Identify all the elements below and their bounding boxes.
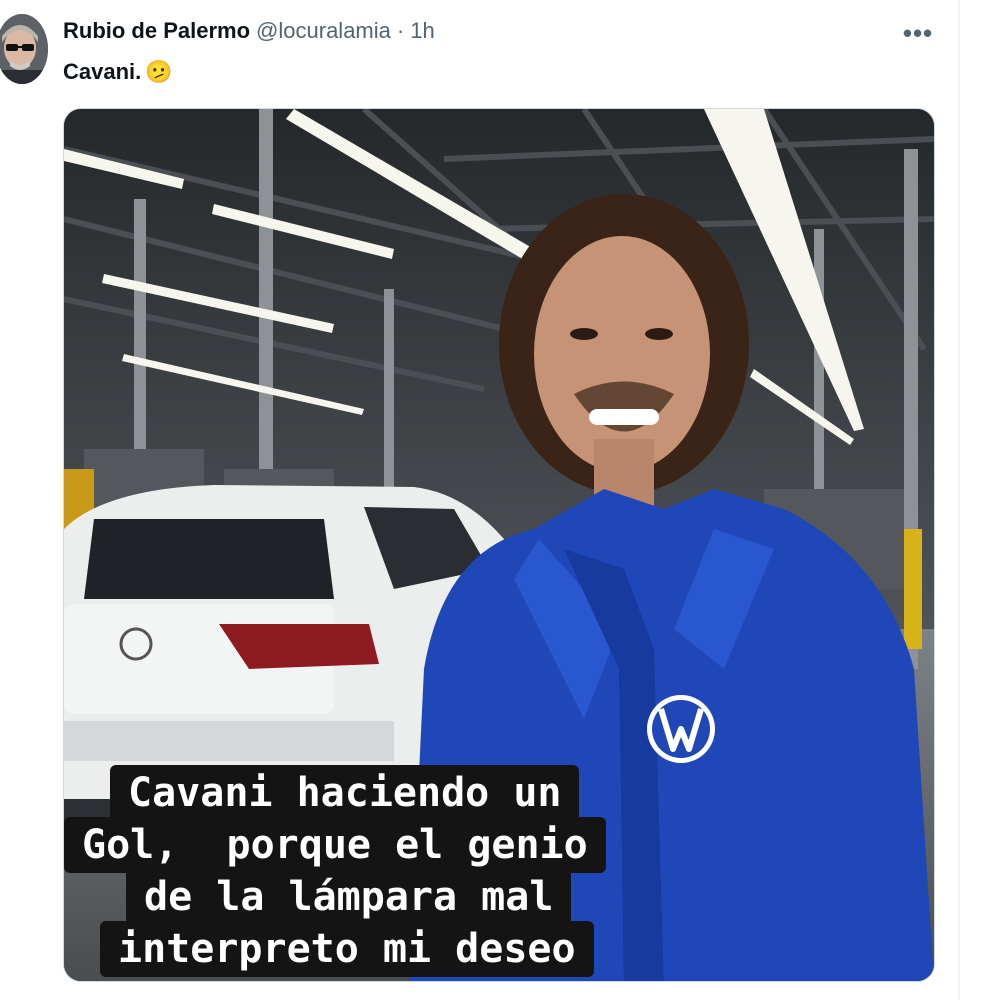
more-icon: ••• xyxy=(902,17,934,48)
avatar[interactable] xyxy=(0,14,48,84)
more-options-button[interactable]: ••• xyxy=(900,18,936,48)
display-name[interactable]: Rubio de Palermo xyxy=(63,18,250,44)
avatar-image xyxy=(0,14,48,84)
column-divider xyxy=(958,0,960,1000)
tweet-header: Rubio de Palermo @locuralamia · 1h xyxy=(63,18,435,48)
tweet-media-image[interactable]: Cavani haciendo un Gol, porque el genio … xyxy=(63,108,935,982)
factory-photo xyxy=(64,109,934,981)
user-handle[interactable]: @locuralamia xyxy=(256,18,391,44)
meta-separator: · xyxy=(396,18,405,43)
tweet-body: Cavani. xyxy=(63,59,142,84)
tweet-text: Cavani. 🫤 xyxy=(63,56,173,88)
tweet-timestamp[interactable]: 1h xyxy=(410,18,434,44)
emoji-icon: 🫤 xyxy=(145,59,173,84)
